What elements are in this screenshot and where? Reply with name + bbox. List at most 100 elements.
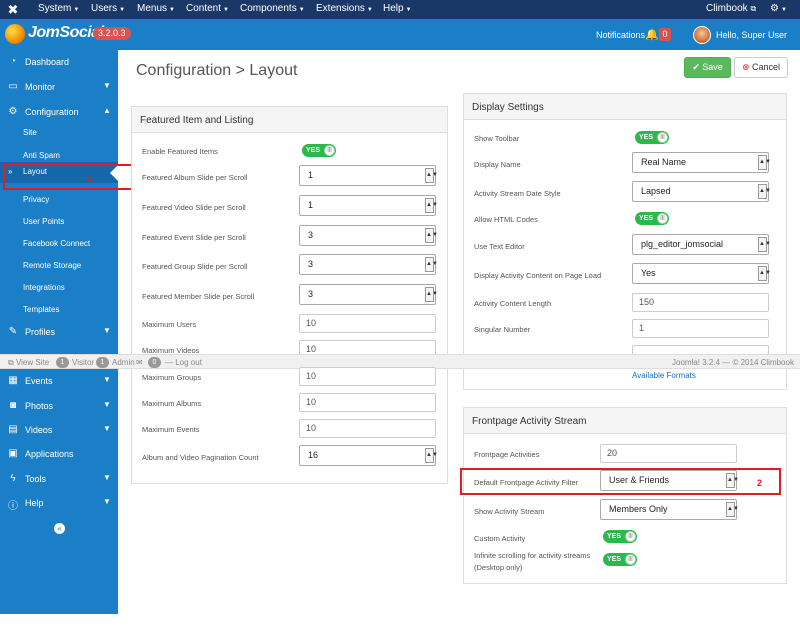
menu-label: Menus xyxy=(137,3,168,14)
menu-content[interactable]: Content ▼ xyxy=(186,3,229,14)
max-groups-input[interactable]: 10 xyxy=(299,367,436,386)
activity-content-select[interactable]: Yes ▲▼ xyxy=(632,263,771,284)
available-formats-link[interactable]: Available Formats xyxy=(632,371,696,380)
menu-extensions[interactable]: Extensions ▼ xyxy=(316,3,373,14)
menu-users[interactable]: Users ▼ xyxy=(91,3,125,14)
field-label: Featured Group Slide per Scroll xyxy=(142,262,248,271)
activity-filter-select[interactable]: User & Friends ▲▼ xyxy=(600,470,739,491)
panel-title: Frontpage Activity Stream xyxy=(472,416,587,427)
pagination-count-select[interactable]: 16 ▲▼ xyxy=(299,445,438,466)
custom-activity-toggle[interactable]: YES ||| xyxy=(603,530,637,543)
panel-header: Display Settings xyxy=(464,94,786,120)
menu-menus[interactable]: Menus ▼ xyxy=(137,3,175,14)
select-value: 3 xyxy=(308,259,314,269)
display-name-select[interactable]: Real Name ▲▼ xyxy=(632,152,771,173)
envelope-icon[interactable]: ✉ xyxy=(136,358,143,367)
admin-top-bar: ✖ System ▼ Users ▼ Menus ▼ Content ▼ Compone… xyxy=(0,0,800,19)
user-greeting[interactable]: Hello, Super User xyxy=(716,30,787,40)
panel-header: Frontpage Activity Stream xyxy=(464,408,786,434)
max-users-input[interactable]: 10 xyxy=(299,314,436,333)
field-label: Maximum Albums xyxy=(142,399,202,408)
date-style-select[interactable]: Lapsed ▲▼ xyxy=(632,181,771,202)
select-arrow-icon: ▲▼ xyxy=(425,448,438,463)
album-slide-select[interactable]: 1 ▲▼ xyxy=(299,165,438,186)
select-value: 3 xyxy=(308,230,314,240)
panel-header: Featured Item and Listing xyxy=(132,107,447,133)
menu-system[interactable]: System ▼ xyxy=(38,3,79,14)
select-arrow-icon: ▲▼ xyxy=(425,228,438,243)
menu-label: System xyxy=(38,3,72,14)
briefcase-icon: ▣ xyxy=(8,448,18,459)
member-slide-select[interactable]: 3 ▲▼ xyxy=(299,284,438,305)
chevron-down-icon: ▼ xyxy=(103,81,111,90)
frontpage-activities-input[interactable]: 20 xyxy=(600,444,737,463)
video-slide-select[interactable]: 1 ▲▼ xyxy=(299,195,438,216)
notifications-label[interactable]: Notifications xyxy=(596,30,645,40)
select-arrow-icon: ▲▼ xyxy=(726,502,739,517)
menu-help[interactable]: Help ▼ xyxy=(383,3,412,14)
active-indicator xyxy=(110,164,119,182)
collapse-sidebar-icon[interactable]: « xyxy=(54,523,65,534)
caret-down-icon: ▼ xyxy=(298,7,305,13)
version-badge: 3.2.0.3 xyxy=(93,27,131,40)
field-label: Allow HTML Codes xyxy=(474,215,538,224)
site-name: Climbook xyxy=(706,3,748,14)
menu-components[interactable]: Components ▼ xyxy=(240,3,305,14)
user-avatar[interactable] xyxy=(693,26,711,44)
sidebar-sub-label: User Points xyxy=(23,217,65,226)
settings-menu[interactable]: ⚙ ▼ xyxy=(770,3,787,14)
select-value: Yes xyxy=(641,268,656,278)
allow-html-toggle[interactable]: YES ||| xyxy=(635,212,669,225)
field-label: Display Name xyxy=(474,160,521,169)
sidebar-item-label: Monitor xyxy=(25,82,56,92)
infinite-scroll-toggle[interactable]: YES ||| xyxy=(603,553,637,566)
menu-label: Help xyxy=(383,3,404,14)
view-site-link[interactable]: ⧉ View Site xyxy=(8,358,49,368)
notifications-count[interactable]: 0 xyxy=(659,28,671,41)
gear-icon: ⚙ xyxy=(770,3,779,14)
select-arrow-icon: ▲▼ xyxy=(425,198,438,213)
menu-label: Content xyxy=(186,3,222,14)
text-editor-select[interactable]: plg_editor_jomsocial ▲▼ xyxy=(632,234,771,255)
sidebar-item-label: Dashboard xyxy=(25,57,70,67)
sidebar-sub-label: Integrations xyxy=(23,283,65,292)
cancel-button[interactable]: ⊗ Cancel xyxy=(734,57,788,78)
close-icon: ⊗ xyxy=(741,62,750,72)
field-label: Enable Featured Items xyxy=(142,147,218,156)
field-label: Maximum Groups xyxy=(142,373,202,382)
select-value: Real Name xyxy=(641,157,687,167)
chevron-down-icon: ▼ xyxy=(103,497,111,506)
jomsocial-logo-icon xyxy=(5,24,25,44)
enable-featured-toggle[interactable]: YES ||| xyxy=(302,144,336,157)
jomsocial-header: JomSocial 3.2.0.3 Notifications 🔔 0 Hell… xyxy=(0,19,800,50)
view-site-label: View Site xyxy=(15,358,50,367)
content-length-input[interactable]: 150 xyxy=(632,293,769,312)
joomla-logo-icon[interactable]: ✖ xyxy=(5,2,21,17)
field-label: Use Text Editor xyxy=(474,242,525,251)
toggle-knob-icon: ||| xyxy=(324,145,335,156)
site-link[interactable]: Climbook ⧉ xyxy=(706,3,756,14)
bell-icon[interactable]: 🔔 xyxy=(645,28,659,41)
messages-count-badge[interactable]: 0 xyxy=(148,357,161,368)
chevron-down-icon: ▼ xyxy=(103,473,111,482)
select-arrow-icon: ▲▼ xyxy=(425,257,438,272)
menu-label: Users xyxy=(91,3,118,14)
max-albums-input[interactable]: 10 xyxy=(299,393,436,412)
event-slide-select[interactable]: 3 ▲▼ xyxy=(299,225,438,246)
save-label: Save xyxy=(702,62,723,72)
max-events-input[interactable]: 10 xyxy=(299,419,436,438)
select-value: 3 xyxy=(308,289,314,299)
sidebar-item-label: Applications xyxy=(25,449,74,459)
minus-icon: — xyxy=(165,358,173,367)
visitor-label: Visitor xyxy=(72,358,95,367)
save-button[interactable]: ✔ Save xyxy=(684,57,731,78)
group-slide-select[interactable]: 3 ▲▼ xyxy=(299,254,438,275)
logout-link[interactable]: — Log out xyxy=(165,358,202,367)
show-toolbar-toggle[interactable]: YES ||| xyxy=(635,131,669,144)
field-label: Activity Content Length xyxy=(474,299,552,308)
select-arrow-icon: ▲▼ xyxy=(758,155,771,170)
show-activity-stream-select[interactable]: Members Only ▲▼ xyxy=(600,499,739,520)
sidebar-sub-layout[interactable]: » Layout xyxy=(0,162,119,183)
caret-down-icon: ▼ xyxy=(223,7,229,13)
singular-number-input[interactable]: 1 xyxy=(632,319,769,338)
